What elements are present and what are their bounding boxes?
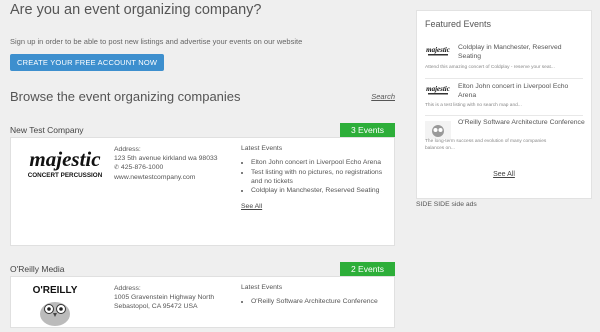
address-line: 123 5th avenue kirkland wa 98033 bbox=[114, 155, 218, 162]
featured-event-desc: The long-term success and evolution of m… bbox=[425, 139, 547, 151]
main-content: Are you an event organizing company? Sig… bbox=[10, 0, 395, 328]
signup-text: Sign up in order to be able to post new … bbox=[10, 37, 303, 46]
browse-header: Browse the event organizing companies Se… bbox=[10, 89, 395, 107]
website-link[interactable]: www.newtestcompany.com bbox=[114, 173, 218, 182]
featured-events-panel: Featured Events majestic Coldplay in Man… bbox=[416, 10, 592, 199]
featured-event-item[interactable]: O'Reilly Software Architecture Conferenc… bbox=[425, 119, 585, 169]
company-card: O'REILLY Address: 1005 Gravenstein Highw… bbox=[10, 276, 395, 328]
featured-event-item[interactable]: majestic Elton John concert in Liverpool… bbox=[425, 83, 585, 123]
create-account-button[interactable]: CREATE YOUR FREE ACCOUNT NOW bbox=[10, 54, 165, 71]
logo-text: O'REILLY bbox=[33, 285, 78, 296]
see-all-link[interactable]: See All bbox=[241, 203, 262, 210]
page-title: Are you an event organizing company? bbox=[10, 2, 262, 18]
company-header: O'Reilly Media 2 Events bbox=[10, 260, 395, 276]
phone-number: 425-876-1000 bbox=[120, 164, 164, 171]
featured-event-title[interactable]: Elton John concert in Liverpool Echo Are… bbox=[458, 83, 586, 100]
events-list: O'Reilly Software Architecture Conferenc… bbox=[241, 298, 391, 307]
event-item[interactable]: Test listing with no pictures, no regist… bbox=[251, 169, 391, 187]
company-address: Address: 123 5th avenue kirkland wa 9803… bbox=[114, 145, 218, 182]
latest-events-label: Latest Events bbox=[241, 145, 283, 152]
latest-events: Latest Events O'Reilly Software Architec… bbox=[241, 284, 391, 308]
phone-icon: ✆ bbox=[114, 165, 120, 171]
side-ads: SIDE SIDE side ads bbox=[416, 201, 477, 208]
address-label: Address: bbox=[114, 285, 141, 292]
svg-text:majestic: majestic bbox=[426, 85, 450, 93]
company-logo[interactable]: O'REILLY bbox=[20, 282, 90, 327]
event-thumbnail: majestic bbox=[426, 46, 450, 56]
address-line: Sebastopol, CA 95472 USA bbox=[114, 303, 198, 310]
event-item[interactable]: Coldplay in Manchester, Reserved Seating bbox=[251, 187, 391, 196]
featured-event-title[interactable]: O'Reilly Software Architecture Conferenc… bbox=[458, 119, 586, 128]
divider bbox=[425, 115, 583, 116]
latest-events-label: Latest Events bbox=[241, 284, 283, 291]
events-count-badge[interactable]: 2 Events bbox=[340, 262, 395, 276]
event-item[interactable]: O'Reilly Software Architecture Conferenc… bbox=[251, 298, 391, 307]
logo-subtext: CONCERT PERCUSSION bbox=[28, 172, 103, 179]
event-thumbnail bbox=[425, 121, 451, 139]
phone-line: ✆ 425-876-1000 bbox=[114, 163, 218, 173]
events-count-badge[interactable]: 3 Events bbox=[340, 123, 395, 137]
featured-event-desc: This is a test listing with no search ma… bbox=[425, 103, 522, 108]
company-name[interactable]: O'Reilly Media bbox=[10, 264, 65, 274]
svg-text:majestic: majestic bbox=[426, 46, 450, 54]
event-item[interactable]: Elton John concert in Liverpool Echo Are… bbox=[251, 159, 391, 168]
company-header: New Test Company 3 Events bbox=[10, 121, 395, 137]
event-thumbnail: majestic bbox=[426, 85, 450, 95]
featured-see-all-link[interactable]: See All bbox=[417, 171, 591, 178]
search-link[interactable]: Search bbox=[371, 92, 395, 101]
browse-title: Browse the event organizing companies bbox=[10, 89, 241, 104]
company-name[interactable]: New Test Company bbox=[10, 125, 84, 135]
company-logo[interactable]: majestic CONCERT PERCUSSION bbox=[20, 147, 110, 182]
latest-events: Latest Events Elton John concert in Live… bbox=[241, 145, 391, 210]
divider bbox=[425, 78, 583, 79]
featured-events-title: Featured Events bbox=[425, 19, 492, 29]
company-address: Address: 1005 Gravenstein Highway North … bbox=[114, 284, 214, 311]
logo-text: majestic bbox=[29, 147, 101, 171]
address-label: Address: bbox=[114, 146, 141, 153]
events-list: Elton John concert in Liverpool Echo Are… bbox=[241, 159, 391, 196]
address-line: 1005 Gravenstein Highway North bbox=[114, 294, 215, 301]
company-card: majestic CONCERT PERCUSSION Address: 123… bbox=[10, 137, 395, 246]
featured-event-desc: Attend this amazing concert of Coldplay … bbox=[425, 65, 555, 70]
featured-event-title[interactable]: Coldplay in Manchester, Reserved Seating bbox=[458, 44, 586, 61]
